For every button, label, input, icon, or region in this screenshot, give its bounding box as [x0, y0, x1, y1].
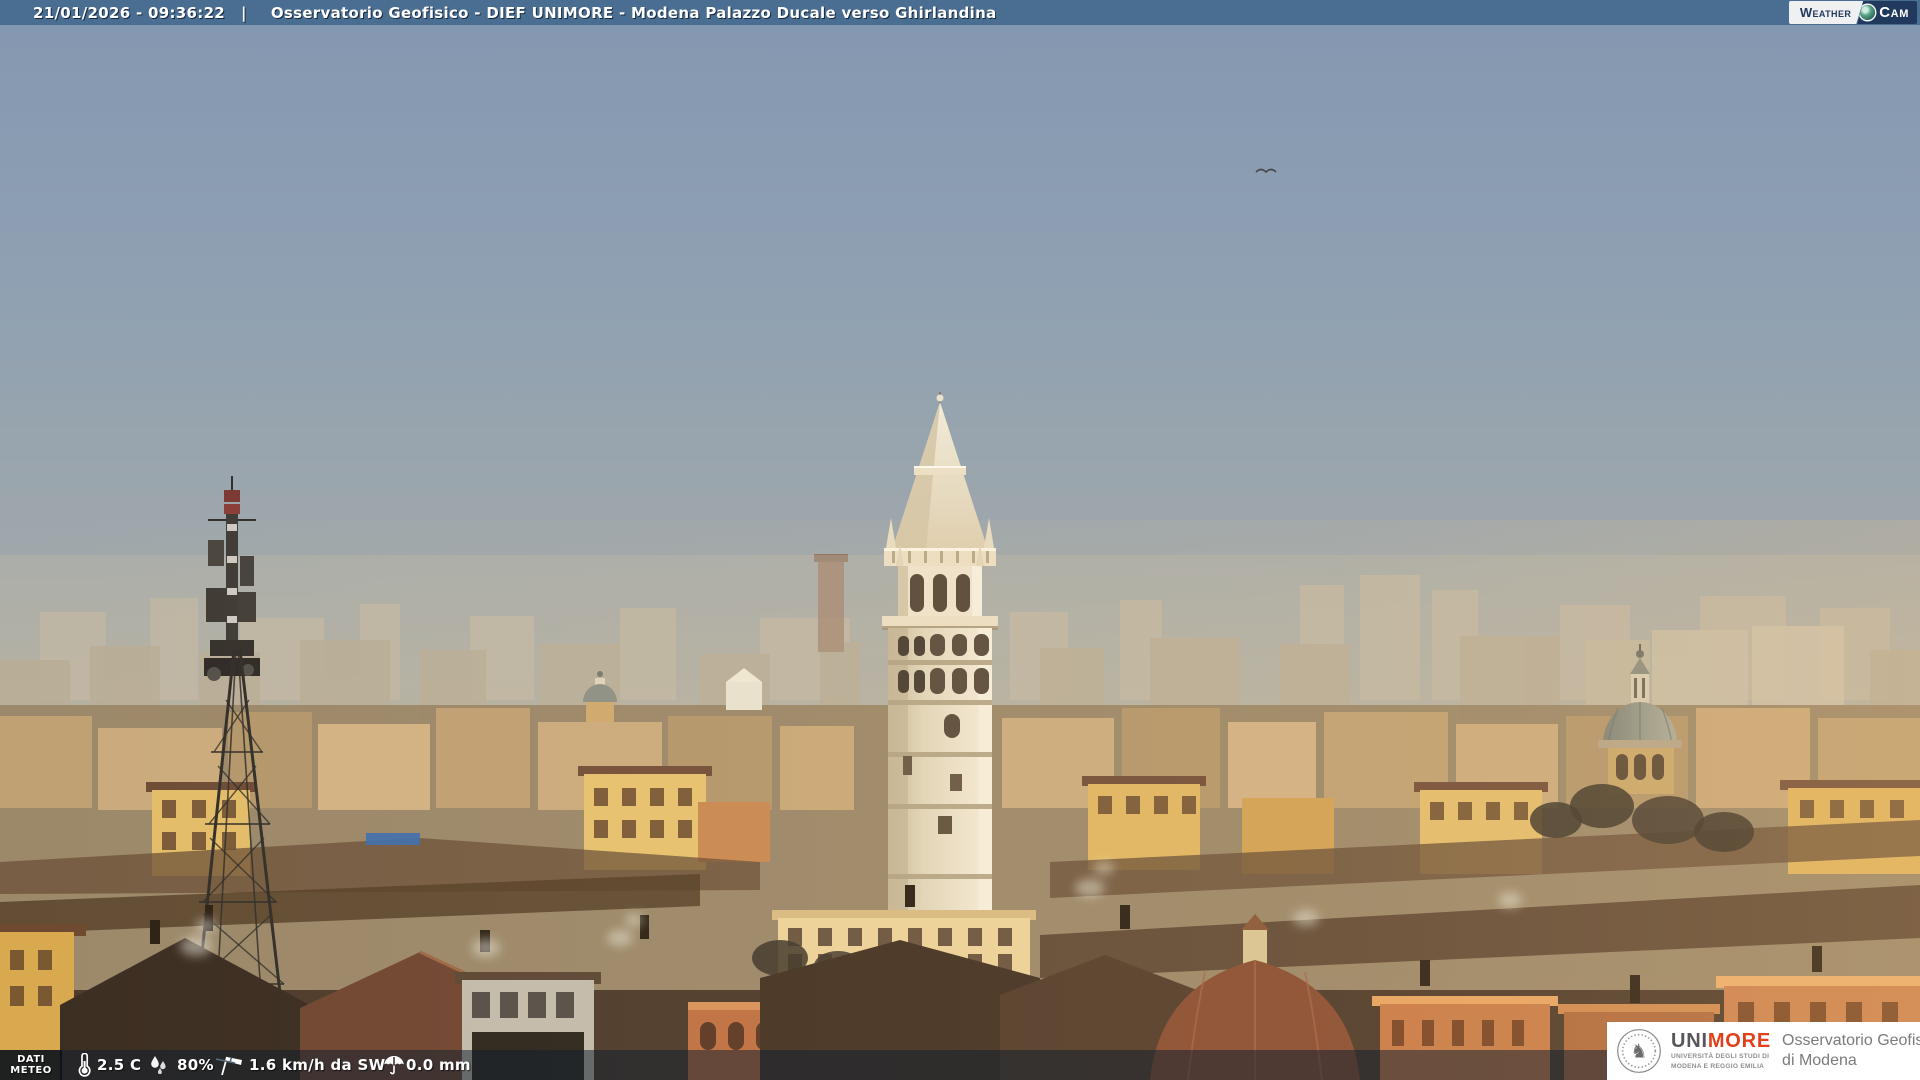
unimore-branding-box: ♞ UNIMORE UNIVERSITÀ DEGLI STUDI DI MODE…: [1607, 1022, 1920, 1080]
temperature-item: [74, 1050, 94, 1080]
dati-meteo-line2: METEO: [10, 1065, 52, 1076]
observatory-name-line1: Osservatorio Geofisico: [1782, 1032, 1920, 1049]
weathercam-logo-cam-block: Cam: [1857, 1, 1917, 24]
webcam-page: 21/01/2026 - 09:36:22 | Osservatorio Geo…: [0, 0, 1920, 1080]
top-bar: 21/01/2026 - 09:36:22 | Osservatorio Geo…: [0, 0, 1920, 25]
weathercam-logo: Weather Cam: [1789, 1, 1917, 24]
university-subtitle-line1: UNIVERSITÀ DEGLI STUDI DI: [1671, 1052, 1770, 1060]
umbrella-icon: [382, 1053, 406, 1077]
weathercam-logo-cam: Cam: [1879, 4, 1909, 21]
windsock-icon: [216, 1053, 244, 1077]
unimore-crest-icon: ♞: [1617, 1029, 1661, 1073]
observatory-name: Osservatorio Geofisico di Modena: [1782, 1031, 1920, 1071]
separator: |: [241, 3, 247, 22]
dati-meteo-label: DATI METEO: [0, 1050, 62, 1080]
unimore-uni-text: UNI: [1671, 1029, 1708, 1052]
sunlight-glow: [0, 520, 1920, 1080]
wind-item: [216, 1050, 244, 1080]
water-drops-icon: [146, 1053, 170, 1077]
wind-value: 1.6 km/h da SW: [249, 1056, 386, 1074]
rain-value: 0.0 mm: [406, 1056, 471, 1074]
webcam-photo: [0, 0, 1920, 1080]
unimore-wordmark: UNIMORE UNIVERSITÀ DEGLI STUDI DI MODENA…: [1671, 1029, 1772, 1071]
university-subtitle-line2: MODENA E REGGIO EMILIA: [1671, 1062, 1765, 1070]
humidity-value: 80%: [177, 1056, 214, 1074]
temperature-value: 2.5 C: [97, 1056, 142, 1074]
camera-title: Osservatorio Geofisico - DIEF UNIMORE - …: [270, 3, 997, 22]
humidity-item: [146, 1050, 170, 1080]
globe-icon: [1860, 5, 1876, 20]
dati-meteo-line1: DATI: [17, 1054, 45, 1065]
weathercam-logo-weather: Weather: [1789, 1, 1863, 24]
observatory-name-line2: di Modena: [1782, 1052, 1857, 1069]
datetime-text: 21/01/2026 - 09:36:22: [33, 3, 226, 22]
rain-item: [382, 1050, 406, 1080]
crest-knight-glyph: ♞: [1630, 1042, 1647, 1063]
thermometer-icon: [74, 1053, 94, 1077]
unimore-more-text: MORE: [1707, 1029, 1772, 1052]
